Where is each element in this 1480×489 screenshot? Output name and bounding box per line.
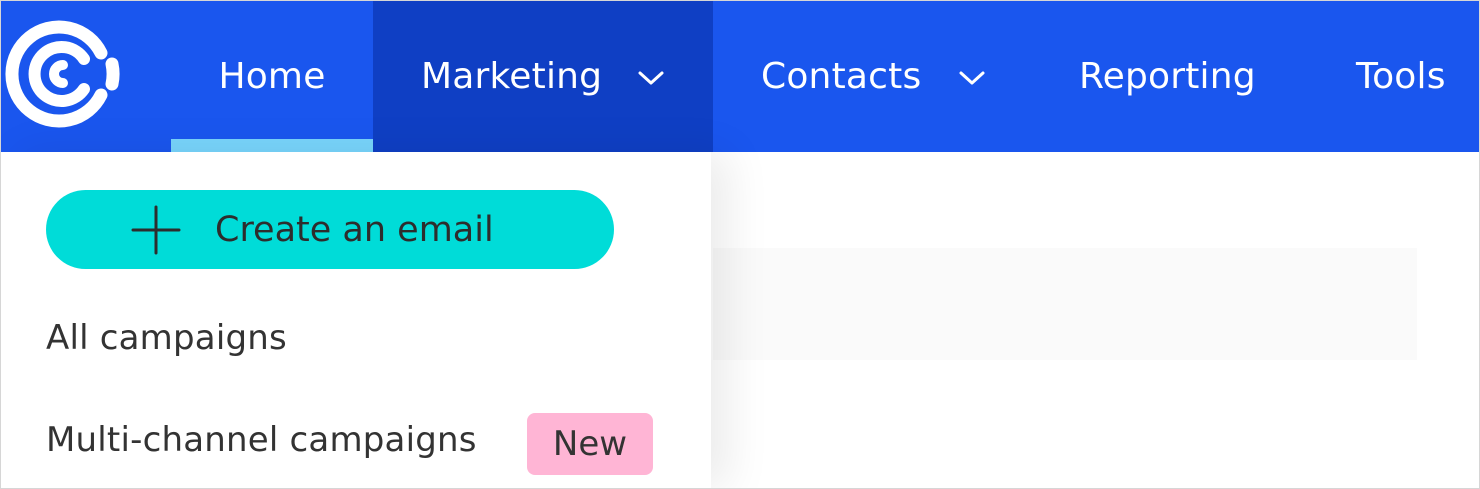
marketing-dropdown-menu: Create an email All campaigns Multi-chan… bbox=[1, 152, 711, 488]
app-frame: Home Marketing Contacts Reporting Tools bbox=[0, 0, 1480, 489]
menu-item-multi-channel-campaigns[interactable]: Multi-channel campaigns bbox=[46, 420, 477, 460]
nav-item-tools-label: Tools bbox=[1356, 56, 1446, 97]
plus-icon bbox=[131, 205, 181, 254]
create-email-button[interactable]: Create an email bbox=[46, 190, 614, 269]
menu-item-all-campaigns[interactable]: All campaigns bbox=[46, 318, 287, 358]
content-placeholder bbox=[713, 248, 1417, 360]
chevron-down-icon bbox=[959, 71, 985, 84]
chevron-down-icon bbox=[638, 71, 664, 84]
nav-item-marketing-label: Marketing bbox=[421, 56, 603, 97]
nav-item-home-label: Home bbox=[218, 56, 326, 97]
nav-item-home[interactable]: Home bbox=[171, 1, 373, 152]
nav-item-marketing[interactable]: Marketing bbox=[373, 1, 713, 152]
nav-item-reporting[interactable]: Reporting bbox=[1079, 1, 1256, 152]
active-tab-indicator bbox=[171, 139, 373, 152]
top-navigation-bar: Home Marketing Contacts Reporting Tools bbox=[1, 1, 1479, 152]
brand-logo-icon[interactable] bbox=[5, 13, 127, 135]
nav-item-contacts-label: Contacts bbox=[761, 56, 922, 97]
new-badge: New bbox=[527, 413, 653, 475]
nav-item-contacts[interactable]: Contacts bbox=[761, 1, 987, 152]
nav-item-tools[interactable]: Tools bbox=[1356, 1, 1446, 152]
nav-item-reporting-label: Reporting bbox=[1079, 56, 1256, 97]
create-email-button-label: Create an email bbox=[215, 209, 494, 250]
